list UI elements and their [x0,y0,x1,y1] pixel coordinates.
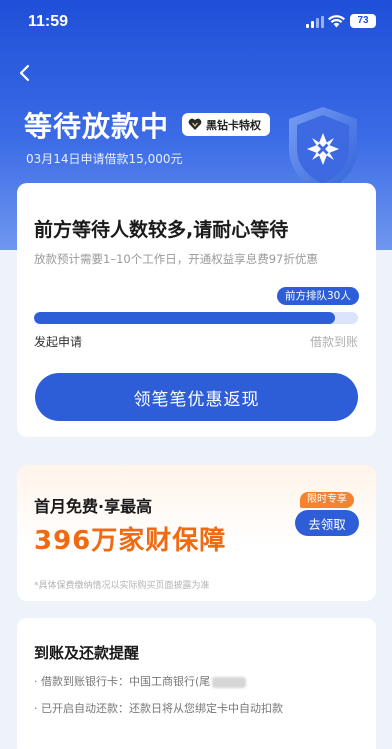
signal-icon [306,16,324,28]
vip-badge: 黑钻卡特权 [182,113,270,136]
promo-highlight: 396万家财保障 [34,526,227,556]
promo-disclaimer: *具体保费缴纳情况以实际购买页面披露为准 [34,581,210,591]
limited-offer-tag: 限时专享 [300,492,354,508]
back-arrow-icon[interactable] [14,62,36,84]
promo-title: 首月免费·享最高 [34,497,153,516]
battery-indicator: 73 [350,14,376,28]
queue-title: 前方等待人数较多,请耐心等待 [34,219,289,241]
cashback-button[interactable]: 领笔笔优惠返现 [35,373,358,421]
insurance-promo-card[interactable]: 首月免费·享最高 396万家财保障 限时专享 去领取 *具体保费缴纳情况以实际购… [17,465,376,601]
progress-bar [34,312,358,324]
reminder-title: 到账及还款提醒 [34,644,140,662]
status-bar: 11:59 73 [0,0,392,44]
application-summary: 03月14日申请借款15,000元 [26,152,183,166]
loan-status-card: 前方等待人数较多,请耐心等待 放款预计需要1–10个工作日，开通权益享息费97折… [17,183,376,437]
bank-card-text: · 借款到账银行卡：中国工商银行(尾 [34,675,211,688]
progress-fill [34,312,336,324]
step-arrival-label: 借款到账 [309,335,358,349]
shield-emblem-icon [289,107,357,193]
vip-badge-label: 黑钻卡特权 [206,118,261,132]
page-title: 等待放款中 [24,110,170,143]
status-time: 11:59 [28,13,69,30]
step-apply-label: 发起申请 [34,335,83,349]
masked-card-number [212,676,247,688]
bank-card-row: · 借款到账银行卡：中国工商银行(尾 [34,673,247,689]
auto-repay-row: · 已开启自动还款：还款日将从您绑定卡中自动扣款 [34,702,283,715]
diamond-heart-icon [188,118,202,130]
queue-description: 放款预计需要1–10个工作日，开通权益享息费97折优惠 [34,252,318,266]
claim-button[interactable]: 去领取 [295,510,359,536]
queue-position-badge: 前方排队30人 [277,287,359,305]
wifi-icon [328,15,345,28]
reminder-card: 到账及还款提醒 · 借款到账银行卡：中国工商银行(尾 · 已开启自动还款：还款日… [17,618,376,749]
